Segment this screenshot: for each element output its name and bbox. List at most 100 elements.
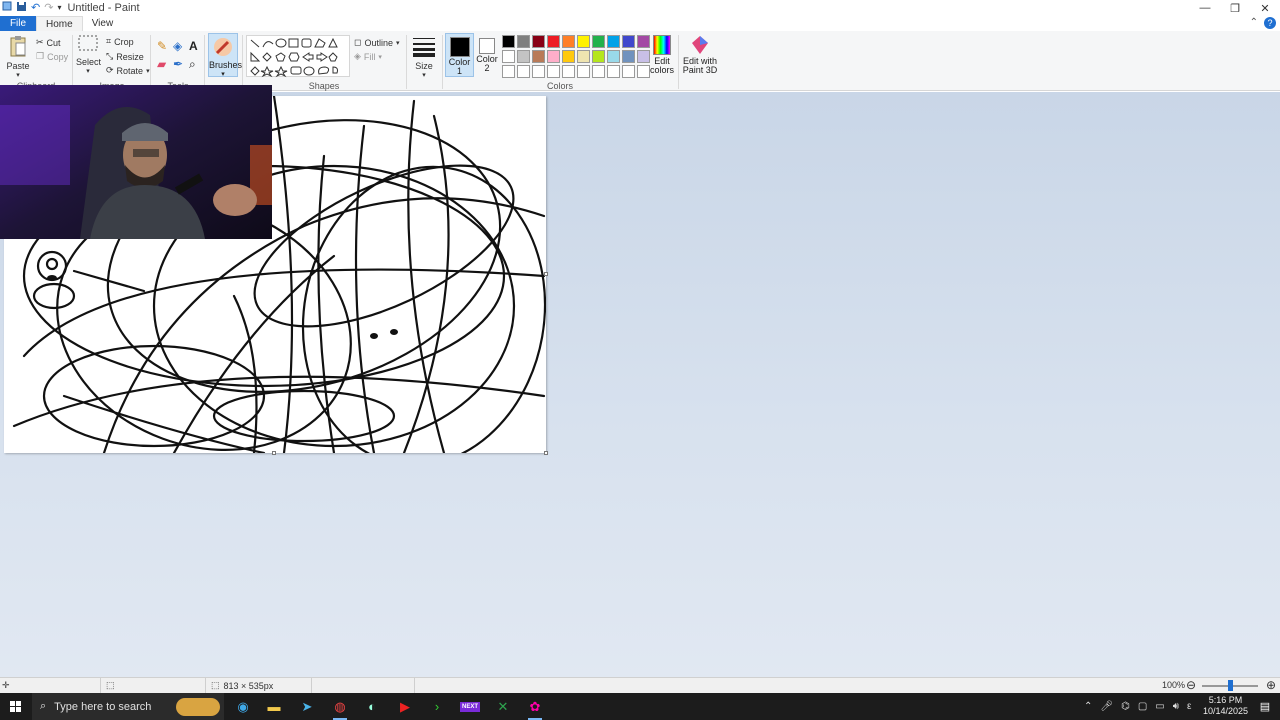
next-icon[interactable]: NEXT (455, 693, 485, 720)
palette-swatch[interactable] (562, 65, 575, 78)
network-icon[interactable]: ⌬ (1121, 701, 1130, 712)
palette-swatch[interactable] (607, 65, 620, 78)
display-icon[interactable]: ▢ (1138, 701, 1147, 712)
resize-button[interactable]: ⤡ Resize (106, 51, 144, 62)
palette-swatch[interactable] (532, 35, 545, 48)
palette-swatch[interactable] (577, 50, 590, 63)
palette-swatch[interactable] (592, 35, 605, 48)
color1-button[interactable]: Color 1 (445, 33, 474, 77)
notification-icon[interactable]: ▤ (1250, 693, 1280, 720)
copy-button[interactable]: ❐ Copy (36, 51, 68, 62)
palette-swatch[interactable] (622, 65, 635, 78)
resize-handle-right[interactable] (544, 272, 548, 276)
select-button[interactable]: Select ▾ (76, 35, 101, 77)
zoom-in-icon[interactable]: ⊕ (1266, 678, 1276, 692)
zoom-slider-thumb[interactable] (1227, 680, 1233, 691)
select-icon (78, 35, 98, 51)
youtube-icon[interactable]: ▶ (390, 693, 420, 720)
palette-swatch[interactable] (502, 65, 515, 78)
crosshair-icon: ✛ (2, 680, 10, 690)
palette-swatch[interactable] (547, 35, 560, 48)
redo-icon[interactable]: ↷ (44, 1, 53, 15)
text-tool-icon[interactable]: A (189, 39, 198, 53)
language-icon[interactable]: ε (1187, 701, 1191, 712)
palette-swatch[interactable] (517, 50, 530, 63)
palette-swatch[interactable] (532, 50, 545, 63)
palette-swatch[interactable] (607, 35, 620, 48)
edit-with-paint3d-button[interactable]: Edit with Paint 3D (682, 35, 718, 75)
resize-handle-bottom[interactable] (272, 451, 276, 455)
magnifier-icon[interactable]: ⌕ (189, 57, 196, 72)
paste-icon (10, 36, 26, 57)
collapse-ribbon-icon[interactable]: ⌃ (1250, 17, 1258, 29)
palette-swatch[interactable] (517, 65, 530, 78)
minimize-button[interactable]: — (1190, 0, 1220, 16)
palette-swatch[interactable] (562, 50, 575, 63)
microphone-icon[interactable]: 🎤︎ (1100, 701, 1113, 712)
chevron-up-icon[interactable]: ⌃ (1084, 701, 1092, 712)
edge-icon[interactable]: ◉ (228, 693, 258, 720)
palette-swatch[interactable] (502, 50, 515, 63)
palette-swatch[interactable] (562, 35, 575, 48)
palette-swatch[interactable] (592, 65, 605, 78)
fill-icon: ◈ (354, 51, 361, 61)
window-title: Untitled - Paint (67, 2, 140, 14)
start-button[interactable] (0, 693, 32, 720)
palette-swatch[interactable] (607, 50, 620, 63)
tab-file[interactable]: File (0, 16, 36, 31)
chrome-icon[interactable]: ◍ (325, 693, 355, 720)
pencil-icon[interactable]: ✎ (157, 39, 167, 53)
clock[interactable]: 5:16 PM 10/14/2025 (1203, 695, 1248, 717)
file-explorer-icon[interactable]: ▬ (259, 693, 289, 720)
excel-icon[interactable]: ✕ (488, 693, 518, 720)
ribbon-divider (242, 35, 243, 89)
palette-swatch[interactable] (502, 35, 515, 48)
undo-icon[interactable]: ↶ (31, 1, 40, 15)
maximize-button[interactable]: ❐ (1220, 0, 1250, 16)
edit-colors-button[interactable]: Edit colors (648, 35, 676, 75)
palette-swatch[interactable] (622, 50, 635, 63)
close-button[interactable]: ✕ (1250, 0, 1280, 16)
steam-link-icon[interactable]: ➤ (292, 693, 322, 720)
battery-icon[interactable]: ▭ (1155, 701, 1164, 712)
palette-swatch[interactable] (547, 65, 560, 78)
volume-icon[interactable]: 🔊︎ (1173, 701, 1179, 712)
terminal-icon[interactable]: › (422, 693, 452, 720)
rotate-button[interactable]: ⟳ Rotate ▾ (106, 65, 150, 76)
zoom-out-icon[interactable]: ⊖ (1186, 678, 1196, 692)
tab-view[interactable]: View (83, 16, 123, 31)
eraser-icon[interactable]: ▰ (157, 57, 166, 71)
paste-button[interactable]: Paste ▾ (4, 35, 32, 81)
palette-swatch[interactable] (592, 50, 605, 63)
crop-button[interactable]: ⌗ Crop (106, 36, 134, 47)
save-icon[interactable] (16, 1, 27, 16)
taskbar-search[interactable]: ⌕ Type here to search (32, 693, 224, 720)
palette-swatch[interactable] (517, 35, 530, 48)
color-picker-icon[interactable]: ✒ (173, 57, 183, 71)
tab-home[interactable]: Home (36, 16, 83, 31)
color-wheel-icon (653, 35, 671, 55)
outline-button[interactable]: ◻ Outline ▾ (354, 37, 400, 48)
color2-button[interactable]: Color 2 (476, 33, 498, 77)
palette-swatch[interactable] (532, 65, 545, 78)
palette-swatch[interactable] (577, 35, 590, 48)
palette-swatch[interactable] (547, 50, 560, 63)
palette-swatch[interactable] (577, 65, 590, 78)
size-button[interactable]: Size ▾ (410, 35, 438, 81)
fill-bucket-icon[interactable]: ◈ (173, 39, 182, 53)
search-icon: ⌕ (40, 700, 47, 712)
help-icon[interactable]: ? (1264, 17, 1276, 29)
steam-icon[interactable]: ◐ (357, 693, 387, 720)
canvas-size-icon: ⬚ (211, 680, 220, 690)
resize-handle-corner[interactable] (544, 451, 548, 455)
brushes-button[interactable]: Brushes ▾ (208, 33, 242, 78)
fill-button[interactable]: ◈ Fill ▾ (354, 51, 382, 62)
group-label-shapes: Shapes (308, 81, 340, 91)
customize-qa-icon[interactable]: ▾ (57, 1, 61, 15)
paint3d-icon (692, 36, 708, 54)
quick-access-toolbar: ↶ ↷ ▾ (0, 1, 61, 16)
shapes-gallery-icons[interactable] (247, 36, 351, 78)
paint-icon[interactable]: ✿ (520, 693, 550, 720)
cut-button[interactable]: ✂ Cut (36, 37, 61, 48)
palette-swatch[interactable] (622, 35, 635, 48)
